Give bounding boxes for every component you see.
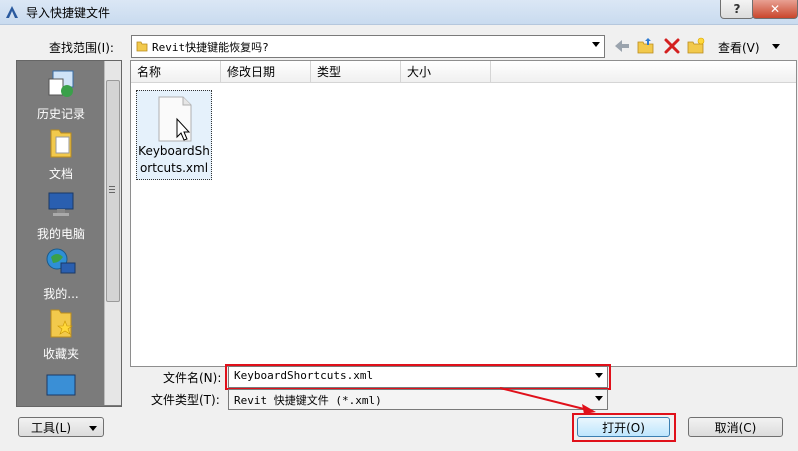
chevron-down-icon (89, 426, 97, 431)
tools-label: 工具(L) (31, 421, 72, 435)
annotation-arrow (499, 387, 596, 414)
tools-button[interactable]: 工具(L) (18, 417, 104, 437)
open-button-highlight (572, 413, 676, 442)
cancel-button[interactable]: 取消(C) (688, 417, 783, 437)
